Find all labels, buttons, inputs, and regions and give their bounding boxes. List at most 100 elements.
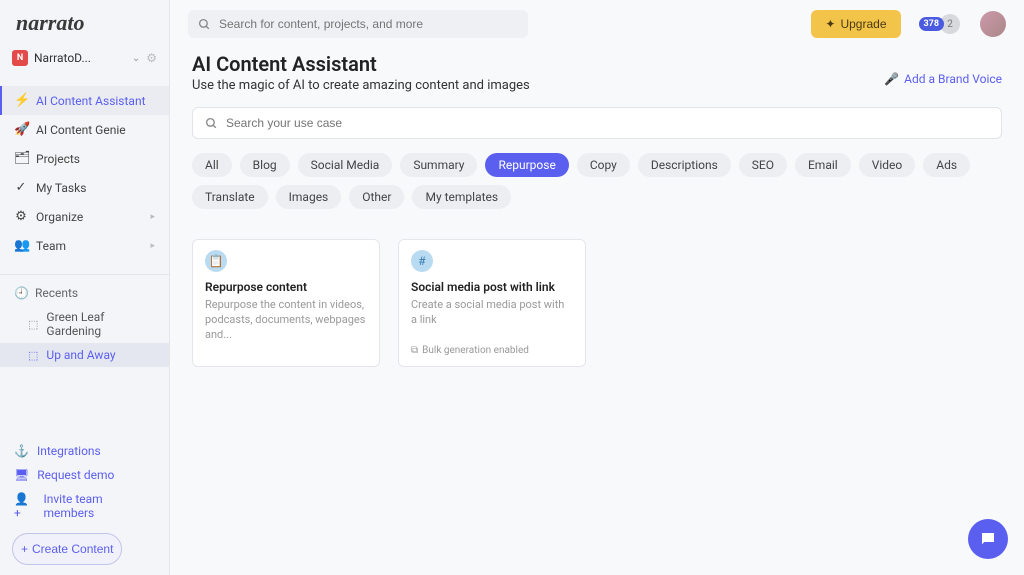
nav-label: AI Content Assistant <box>36 94 146 108</box>
check-icon: ✓ <box>14 180 28 195</box>
folder-icon: 🗂 <box>14 151 28 166</box>
topbar: ✦ Upgrade 378 2 <box>170 0 1024 48</box>
upgrade-button[interactable]: ✦ Upgrade <box>811 10 900 38</box>
main: ✦ Upgrade 378 2 AI Content Assistant Use… <box>170 0 1024 575</box>
recent-label: Green Leaf Gardening <box>46 310 155 338</box>
nav-ai-content-assistant[interactable]: ⚡ AI Content Assistant <box>0 86 169 115</box>
copy-icon: ⧉ <box>411 345 418 356</box>
filter-pill-email[interactable]: Email <box>795 153 851 177</box>
bottom-label: Integrations <box>37 444 101 458</box>
chat-widget[interactable] <box>968 519 1008 559</box>
card-footer: ⧉ Bulk generation enabled <box>411 345 573 356</box>
lightning-icon: ⚡ <box>14 93 28 108</box>
notification-badges[interactable]: 378 2 <box>913 14 961 34</box>
box-icon: ⬚ <box>28 318 38 331</box>
nav-label: Projects <box>36 152 80 166</box>
add-brand-voice-button[interactable]: 🎤 Add a Brand Voice <box>884 72 1002 86</box>
workspace-badge: N <box>12 50 28 66</box>
filter-pill-images[interactable]: Images <box>276 185 342 209</box>
card-title: Repurpose content <box>205 280 367 294</box>
card-desc: Create a social media post with a link <box>411 298 573 328</box>
nav-projects[interactable]: 🗂 Projects <box>0 144 169 173</box>
filter-pill-repurpose[interactable]: Repurpose <box>485 153 568 177</box>
page-title: AI Content Assistant <box>192 52 530 76</box>
create-content-button[interactable]: + Create Content <box>12 533 122 565</box>
footer-label: Bulk generation enabled <box>422 345 529 356</box>
global-search[interactable] <box>188 10 528 38</box>
user-avatar[interactable] <box>980 11 1006 37</box>
chevron-right-icon: ▸ <box>150 241 155 251</box>
filter-pill-blog[interactable]: Blog <box>240 153 290 177</box>
team-icon: 👥 <box>14 238 28 253</box>
nav-label: Team <box>36 239 66 253</box>
upgrade-label: Upgrade <box>840 17 886 31</box>
recents-header: 🕘 Recents <box>0 281 169 305</box>
nav-ai-content-genie[interactable]: 🚀 AI Content Genie <box>0 115 169 144</box>
hash-icon: # <box>411 250 433 272</box>
page-subtitle: Use the magic of AI to create amazing co… <box>192 78 530 93</box>
rocket-icon: 🚀 <box>14 122 28 137</box>
recents-label: Recents <box>35 286 78 300</box>
recent-item-green-leaf[interactable]: ⬚ Green Leaf Gardening <box>0 305 169 343</box>
nav-label: Organize <box>36 210 83 224</box>
recent-item-up-and-away[interactable]: ⬚ Up and Away <box>0 343 169 367</box>
sidebar: narrato N NarratoD... ⌄ ⚙ ⚡ AI Content A… <box>0 0 170 575</box>
template-cards: 📋 Repurpose content Repurpose the conten… <box>192 239 1002 367</box>
search-input[interactable] <box>219 17 518 31</box>
filter-pill-other[interactable]: Other <box>349 185 404 209</box>
sparkle-icon: ✦ <box>825 17 835 31</box>
search-icon <box>198 18 211 31</box>
filter-pill-summary[interactable]: Summary <box>400 153 477 177</box>
filter-pill-social-media[interactable]: Social Media <box>298 153 393 177</box>
box-icon: ⬚ <box>28 349 38 362</box>
filter-pill-copy[interactable]: Copy <box>577 153 630 177</box>
brand-voice-label: Add a Brand Voice <box>904 72 1002 86</box>
bottom-label: Invite team members <box>43 492 155 520</box>
nav-organize[interactable]: ⚙ Organize ▸ <box>0 202 169 231</box>
card-title: Social media post with link <box>411 280 573 294</box>
nav-section: ⚡ AI Content Assistant 🚀 AI Content Geni… <box>0 86 169 260</box>
card-repurpose-content[interactable]: 📋 Repurpose content Repurpose the conten… <box>192 239 380 367</box>
nav-integrations[interactable]: ⚓ Integrations <box>0 439 169 463</box>
filter-pill-ads[interactable]: Ads <box>923 153 970 177</box>
card-social-media-post[interactable]: # Social media post with link Create a s… <box>398 239 586 367</box>
create-label: Create Content <box>32 542 113 556</box>
chevron-down-icon: ⌄ <box>132 53 140 64</box>
filter-pill-my-templates[interactable]: My templates <box>412 185 511 209</box>
plus-icon: + <box>21 542 28 556</box>
repurpose-icon: 📋 <box>205 250 227 272</box>
filter-pill-translate[interactable]: Translate <box>192 185 268 209</box>
nav-team[interactable]: 👥 Team ▸ <box>0 231 169 260</box>
usecase-input[interactable] <box>226 116 989 130</box>
anchor-icon: ⚓ <box>14 444 29 458</box>
content: AI Content Assistant Use the magic of AI… <box>170 48 1024 371</box>
workspace-selector[interactable]: N NarratoD... ⌄ ⚙ <box>0 44 169 72</box>
filter-pills: All Blog Social Media Summary Repurpose Copy D… <box>192 153 1002 209</box>
sidebar-bottom: ⚓ Integrations 🖥 Request demo 👤+ Invite … <box>0 439 169 575</box>
gear-icon[interactable]: ⚙ <box>146 51 157 65</box>
filter-pill-all[interactable]: All <box>192 153 232 177</box>
filter-pill-seo[interactable]: SEO <box>739 153 787 177</box>
recent-label: Up and Away <box>46 348 115 362</box>
nav-request-demo[interactable]: 🖥 Request demo <box>0 463 169 487</box>
notification-count: 378 <box>919 17 945 31</box>
bottom-label: Request demo <box>37 468 114 482</box>
search-icon <box>205 117 218 130</box>
nav-my-tasks[interactable]: ✓ My Tasks <box>0 173 169 202</box>
nav-label: AI Content Genie <box>36 123 126 137</box>
chevron-right-icon: ▸ <box>150 212 155 222</box>
user-plus-icon: 👤+ <box>14 492 35 520</box>
workspace-name: NarratoD... <box>34 51 126 65</box>
monitor-icon: 🖥 <box>14 468 29 482</box>
recents-section: 🕘 Recents ⬚ Green Leaf Gardening ⬚ Up an… <box>0 274 169 367</box>
filter-pill-descriptions[interactable]: Descriptions <box>638 153 731 177</box>
clock-icon: 🕘 <box>14 286 29 300</box>
mic-icon: 🎤 <box>884 72 899 86</box>
filter-pill-video[interactable]: Video <box>859 153 916 177</box>
brand-logo: narrato <box>0 0 169 44</box>
card-desc: Repurpose the content in videos, podcast… <box>205 298 367 343</box>
nav-label: My Tasks <box>36 181 86 195</box>
gear-icon: ⚙ <box>14 209 28 224</box>
usecase-search[interactable] <box>192 107 1002 139</box>
nav-invite-team[interactable]: 👤+ Invite team members <box>0 487 169 525</box>
